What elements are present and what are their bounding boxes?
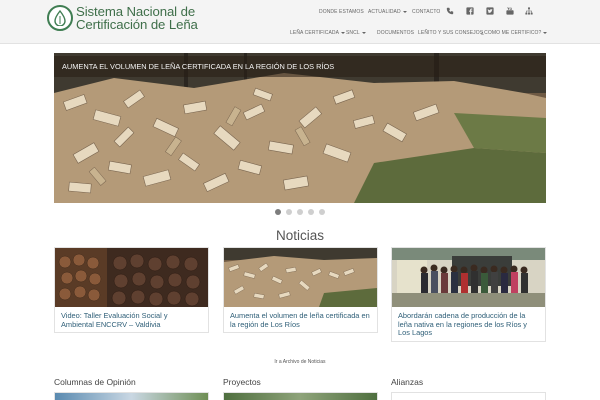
hero-caption[interactable]: AUMENTA EL VOLUMEN DE LEÑA CERTIFICADA E… [62, 62, 334, 71]
hero-slider[interactable]: AUMENTA EL VOLUMEN DE LEÑA CERTIFICADA E… [54, 53, 546, 203]
news-thumbnail-2 [224, 248, 377, 307]
site-header: Sistema Nacional de Certificación de Leñ… [0, 0, 600, 44]
nav-donde-estamos[interactable]: DONDE ESTAMOS [319, 9, 364, 15]
nav-como-me-certifico[interactable]: ¿COMO ME CERTIFICO? [481, 30, 548, 36]
slider-dot-4[interactable] [308, 209, 314, 215]
chevron-down-icon [341, 31, 346, 34]
proyectos-thumbnail[interactable] [223, 392, 378, 400]
twitter-icon[interactable] [486, 7, 494, 15]
nav-documentos[interactable]: DOCUMENTOS [377, 30, 414, 36]
news-card-title-1[interactable]: Video: Taller Evaluación Social y Ambien… [55, 307, 208, 332]
news-thumbnail-3 [392, 248, 545, 307]
facebook-icon[interactable] [466, 7, 474, 15]
news-card-1[interactable]: Video: Taller Evaluación Social y Ambien… [54, 247, 209, 334]
nav-sncl[interactable]: SNCL [346, 30, 366, 36]
chevron-down-icon [361, 31, 366, 34]
news-section-title: Noticias [275, 228, 324, 243]
slider-dot-5[interactable] [319, 209, 325, 215]
nav-lena-certificada[interactable]: LEÑA CERTIFICADA [290, 30, 346, 36]
news-card-3[interactable]: Abordarán cadena de producción de la leñ… [391, 247, 546, 342]
nav-contacto[interactable]: CONTACTO [412, 9, 440, 15]
slider-dot-2[interactable] [286, 209, 292, 215]
nav-como-me-certifico-label: ¿COMO ME CERTIFICO? [481, 30, 542, 36]
youtube-icon[interactable] [506, 7, 514, 15]
nav-actualidad-label: ACTUALIDAD [368, 9, 401, 15]
alianzas-thumbnail[interactable] [391, 392, 546, 400]
phone-icon[interactable] [446, 7, 454, 15]
nav-sncl-label: SNCL [346, 30, 360, 36]
news-thumbnail-1 [55, 248, 208, 307]
brand-name-line2[interactable]: Certificación de Leña [76, 17, 198, 32]
nav-lena-certificada-label: LEÑA CERTIFICADA [290, 30, 340, 36]
opinion-thumbnail[interactable] [54, 392, 209, 400]
sitemap-icon[interactable] [525, 7, 533, 15]
slider-pagination [0, 209, 600, 217]
slider-dot-3[interactable] [297, 209, 303, 215]
columnas-opinion-heading: Columnas de Opinión [54, 377, 136, 387]
alianzas-heading: Alianzas [391, 377, 424, 387]
leaf-drop-icon[interactable] [47, 5, 73, 31]
chevron-down-icon [543, 31, 548, 34]
slider-dot-1[interactable] [275, 209, 281, 215]
nav-actualidad[interactable]: ACTUALIDAD [368, 9, 407, 15]
news-archive-link[interactable]: Ir a Archivo de Noticias [0, 359, 600, 365]
nav-lenito-consejos[interactable]: LEÑITO Y SUS CONSEJOS [418, 30, 483, 36]
chevron-down-icon [402, 10, 407, 13]
proyectos-heading: Proyectos [223, 377, 261, 387]
news-card-2[interactable]: Aumenta el volumen de leña certificada e… [223, 247, 378, 334]
hero-caption-bar: AUMENTA EL VOLUMEN DE LEÑA CERTIFICADA E… [54, 56, 546, 77]
news-card-title-3[interactable]: Abordarán cadena de producción de la leñ… [392, 307, 545, 341]
news-card-title-2[interactable]: Aumenta el volumen de leña certificada e… [224, 307, 377, 332]
